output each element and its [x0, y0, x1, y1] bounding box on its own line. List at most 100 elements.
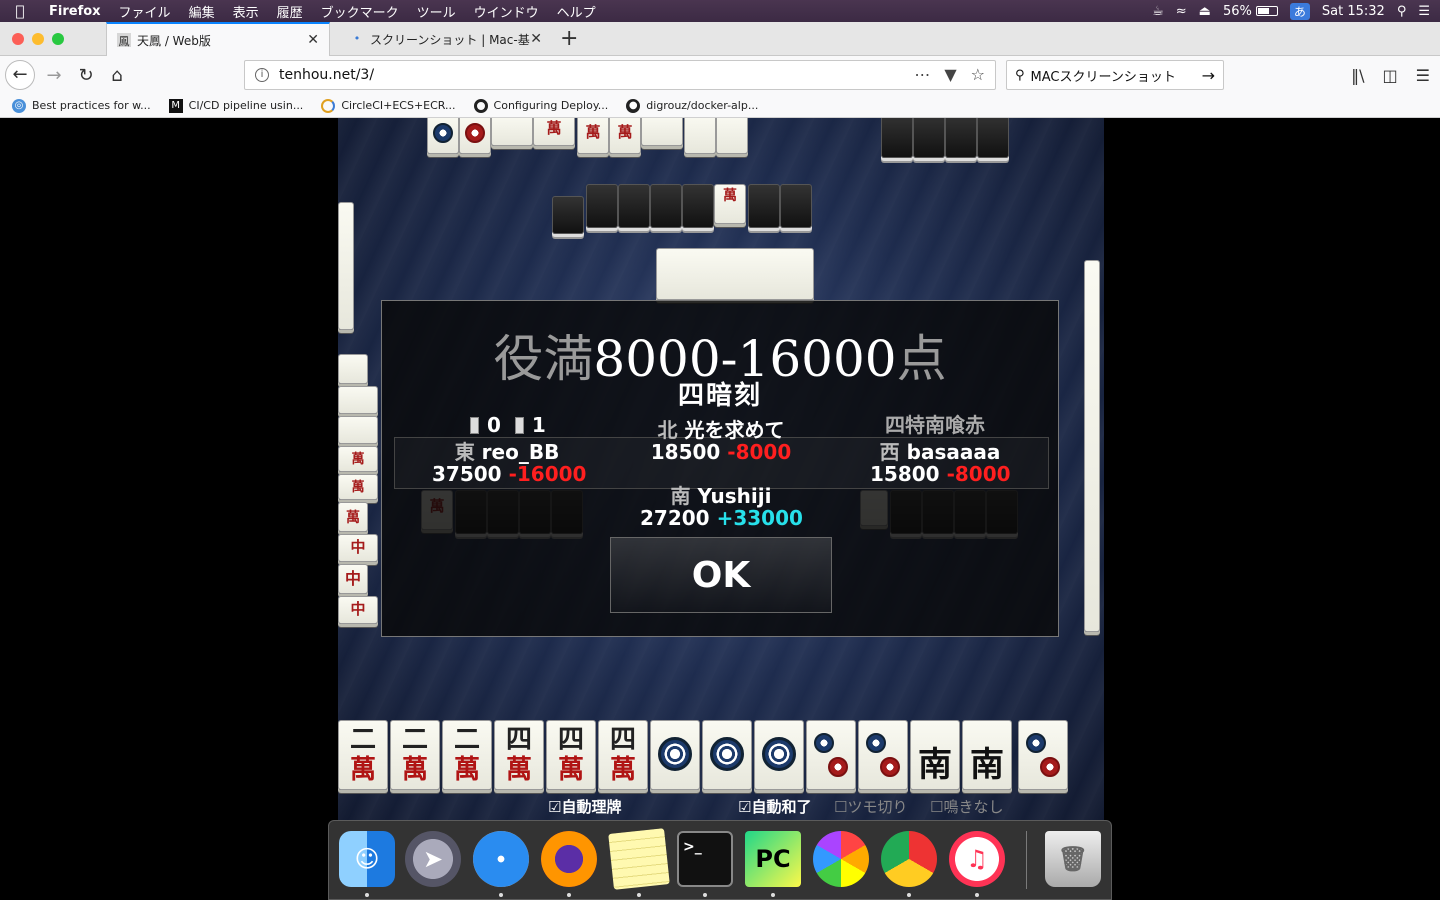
search-bar[interactable]: ⚲ MACスクリーンショット → [1006, 60, 1224, 90]
notes-icon[interactable] [608, 828, 670, 890]
bookmark-item[interactable]: CircleCI+ECS+ECR... [321, 98, 456, 113]
menu-edit[interactable]: 編集 [180, 2, 224, 21]
mahjong-tile: 中 [338, 564, 368, 594]
hamburger-menu-icon[interactable]: ☰ [1416, 66, 1430, 85]
input-method-icon[interactable]: あ [1289, 2, 1310, 20]
photos-icon[interactable] [813, 831, 869, 887]
clock[interactable]: Sat 15:32 [1322, 4, 1385, 19]
no-call-checkbox[interactable]: ☐鳴きなし [930, 796, 1003, 817]
pocket-icon[interactable]: ▼ [944, 65, 956, 84]
close-tab-icon[interactable]: ✕ [307, 32, 319, 48]
cup-icon[interactable]: ☕ [1152, 4, 1164, 19]
red-dragon-tile-icon: 中 [344, 569, 361, 588]
trash-icon[interactable]: 🗑 [1045, 831, 1101, 887]
hand-tile[interactable]: 四萬 [598, 720, 648, 790]
yaku-name: 四暗刻 [677, 381, 762, 411]
safari-icon[interactable] [473, 831, 529, 887]
bookmark-star-icon[interactable]: ☆ [971, 65, 985, 84]
pycharm-icon[interactable]: PC [745, 831, 801, 887]
bookmark-item[interactable]: ● digrouz/docker-alp... [626, 98, 758, 113]
menu-history[interactable]: 履歴 [268, 2, 312, 21]
reload-icon[interactable]: ↻ [72, 62, 100, 90]
url-text[interactable]: tenhou.net/3/ [279, 67, 374, 83]
menu-tools[interactable]: ツール [408, 2, 465, 21]
itunes-icon[interactable]: ♫ [949, 831, 1005, 887]
firefox-icon[interactable] [541, 831, 597, 887]
hand-tile[interactable]: 二萬 [338, 720, 388, 790]
menu-view[interactable]: 表示 [224, 2, 268, 21]
bookmark-item[interactable]: M CI/CD pipeline usin... [168, 98, 303, 113]
mahjong-tile [459, 118, 491, 154]
hand-tile[interactable]: 四萬 [494, 720, 544, 790]
tile-suit: 萬 [557, 755, 584, 785]
page-actions-icon[interactable]: ⋯ [914, 65, 930, 84]
terminal-icon[interactable]: >_ [677, 831, 733, 887]
circle-icon [321, 98, 336, 113]
character-tile-icon: 萬 [546, 119, 562, 137]
tab-screenshot[interactable]: • スクリーンショット | Mac-基本 | ✕ [340, 22, 552, 56]
library-icon[interactable]: ‖\ [1351, 66, 1364, 85]
back-arrow-icon[interactable]: ← [5, 60, 35, 90]
notification-center-icon[interactable]: ☰ [1418, 4, 1430, 19]
hand-tile[interactable] [858, 720, 908, 790]
tab-title: 天鳳 / Web版 [137, 33, 211, 48]
tab-tenhou[interactable]: 鳳 天鳳 / Web版 ✕ [106, 22, 330, 56]
launchpad-icon[interactable]: ➤ [405, 831, 461, 887]
hand-tile[interactable] [650, 720, 700, 790]
address-bar[interactable]: i tenhou.net/3/ ⋯ ▼ ☆ [244, 60, 996, 90]
menu-window[interactable]: ウインドウ [465, 2, 548, 21]
close-window-icon[interactable] [12, 33, 24, 45]
player-score: 37500 -16000 [432, 463, 586, 485]
minimize-window-icon[interactable] [32, 33, 44, 45]
hand-tile[interactable]: 二萬 [390, 720, 440, 790]
hand-tile[interactable]: 南 [962, 720, 1012, 790]
hand-tile[interactable] [754, 720, 804, 790]
menu-app-name[interactable]: Firefox [40, 4, 110, 19]
menu-help[interactable]: ヘルプ [548, 2, 605, 21]
mahjong-tile [427, 118, 459, 154]
ok-button[interactable]: OK [610, 537, 832, 613]
apple-menu-icon[interactable]:  [0, 2, 40, 20]
one-pin-icon [762, 737, 796, 771]
menu-bookmarks[interactable]: ブックマーク [312, 2, 408, 21]
hand-tile[interactable]: 南 [910, 720, 960, 790]
eject-icon[interactable]: ⏏ [1199, 4, 1211, 19]
search-go-arrow-icon[interactable]: → [1202, 66, 1215, 85]
one-pin-icon [710, 737, 744, 771]
hand-tile[interactable] [702, 720, 752, 790]
auto-win-checkbox[interactable]: ☑自動和了 [738, 796, 811, 817]
player-name: 西 basaaaa [870, 441, 1010, 463]
search-input[interactable]: MACスクリーンショット [1031, 66, 1176, 85]
zoom-window-icon[interactable] [52, 33, 64, 45]
bookmarks-toolbar: ◎ Best practices for w... M CI/CD pipeli… [0, 94, 1440, 118]
spotlight-icon[interactable]: ⚲ [1397, 4, 1407, 19]
wifi-icon[interactable]: ≈ [1176, 4, 1187, 19]
finder-icon[interactable]: ☺ [339, 831, 395, 887]
menu-file[interactable]: ファイル [110, 2, 180, 21]
bookmark-item[interactable]: ◎ Best practices for w... [12, 98, 151, 113]
auto-sort-checkbox[interactable]: ☑自動理牌 [548, 796, 621, 817]
tile-number: 四 [557, 725, 584, 755]
page-content: 萬 萬 萬 萬 萬 萬 萬 中 中 中 萬 [0, 118, 1440, 820]
tsumogiri-checkbox[interactable]: ☐ツモ切り [834, 796, 907, 817]
new-tab-plus-icon[interactable]: + [560, 26, 578, 51]
hand-tile[interactable] [806, 720, 856, 790]
chrome-icon[interactable] [881, 831, 937, 887]
score-value: 27200 [640, 506, 710, 530]
two-pin-bottom-icon [1040, 757, 1060, 777]
sidebar-icon[interactable]: ◫ [1383, 66, 1398, 85]
hand-tile[interactable]: 四萬 [546, 720, 596, 790]
score-delta: -8000 [946, 462, 1011, 486]
battery-status[interactable]: 56% [1223, 4, 1278, 19]
bookmark-item[interactable]: Configuring Deploy... [473, 98, 608, 113]
drawn-tile[interactable] [1018, 720, 1068, 790]
site-info-icon[interactable]: i [255, 68, 269, 82]
honba-count: 0 [487, 413, 501, 437]
mahjong-tile: 萬 [338, 474, 378, 500]
player-name: 南 Yushiji [640, 485, 802, 507]
forward-arrow-icon[interactable]: → [40, 62, 68, 90]
close-tab-icon[interactable]: ✕ [530, 31, 542, 47]
home-icon[interactable]: ⌂ [103, 62, 131, 90]
two-pin-top-icon [1026, 733, 1046, 753]
hand-tile[interactable]: 二萬 [442, 720, 492, 790]
